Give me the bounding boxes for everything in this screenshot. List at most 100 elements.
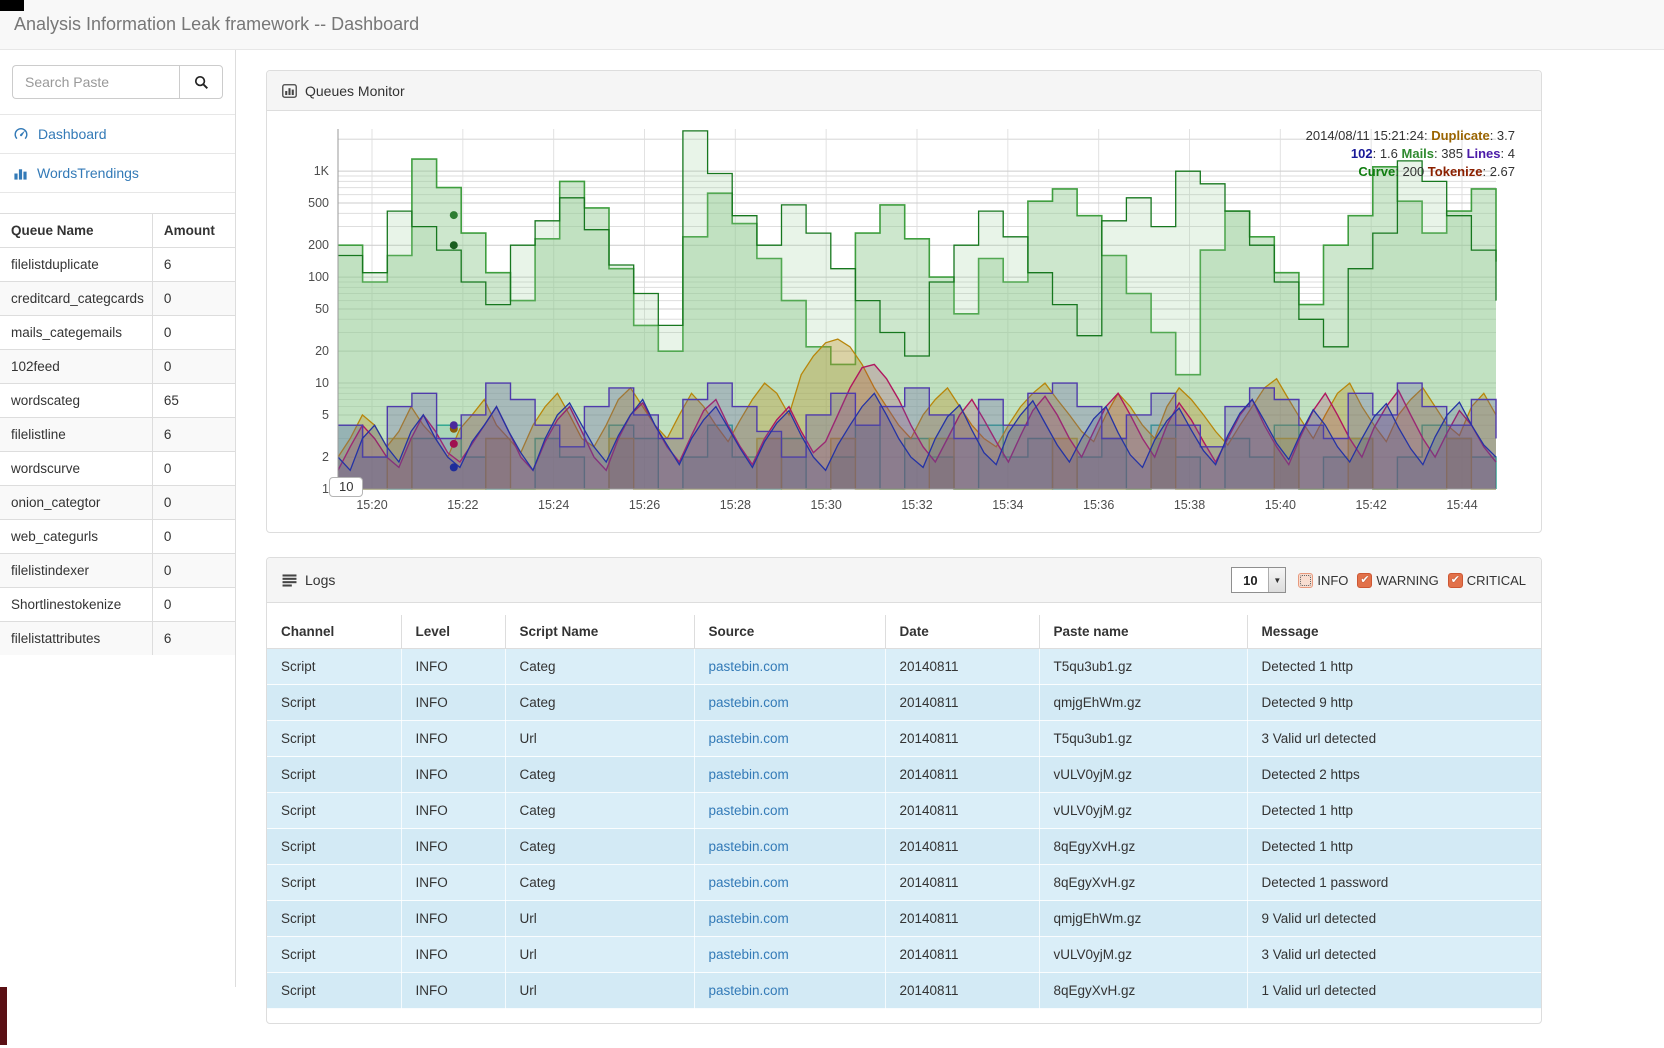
queue-amount-cell: 0 xyxy=(152,282,235,316)
log-level-cell: INFO xyxy=(401,937,505,973)
x-axis-tick-label: 15:44 xyxy=(1446,498,1477,512)
filter-label: CRITICAL xyxy=(1467,573,1526,588)
log-source-cell: pastebin.com xyxy=(694,685,885,721)
paste-source-link[interactable]: pastebin.com xyxy=(709,983,789,998)
paste-source-link[interactable]: pastebin.com xyxy=(709,767,789,782)
paste-source-link[interactable]: pastebin.com xyxy=(709,839,789,854)
log-message-cell: Detected 1 http xyxy=(1247,829,1541,865)
log-channel-cell: Script xyxy=(267,721,401,757)
log-filter-critical[interactable]: CRITICAL xyxy=(1448,573,1526,588)
log-row: ScriptINFOCategpastebin.com20140811vULV0… xyxy=(267,793,1541,829)
logs-header-level: Level xyxy=(401,615,505,649)
queue-name-cell: wordscurve xyxy=(0,452,152,486)
log-script-cell: Categ xyxy=(505,685,694,721)
x-axis-tick-label: 15:34 xyxy=(992,498,1023,512)
y-axis-tick-label: 500 xyxy=(308,196,329,210)
log-level-cell: INFO xyxy=(401,757,505,793)
logs-header-source: Source xyxy=(694,615,885,649)
paste-source-link[interactable]: pastebin.com xyxy=(709,659,789,674)
queue-table-header-name: Queue Name xyxy=(0,214,152,248)
queue-name-cell: Shortlinestokenize xyxy=(0,588,152,622)
y-axis-tick-label: 5 xyxy=(322,408,329,422)
paste-search-form xyxy=(12,65,223,99)
search-input[interactable] xyxy=(12,65,179,99)
x-axis-tick-label: 15:24 xyxy=(538,498,569,512)
logs-page-size-select[interactable]: 10 ▼ xyxy=(1231,567,1286,593)
log-script-cell: Categ xyxy=(505,829,694,865)
paste-source-link[interactable]: pastebin.com xyxy=(709,803,789,818)
sidebar-item-label: Dashboard xyxy=(38,126,107,142)
logs-controls: 10 ▼ INFO WARNING CRITICAL xyxy=(1231,567,1526,593)
queue-name-cell: web_categurls xyxy=(0,520,152,554)
paste-source-link[interactable]: pastebin.com xyxy=(709,695,789,710)
sidebar-item-wordstrendings[interactable]: WordsTrendings xyxy=(0,154,235,193)
log-paste-cell: 8qEgyXvH.gz xyxy=(1039,865,1247,901)
log-script-cell: Url xyxy=(505,901,694,937)
queue-name-cell: onion_categtor xyxy=(0,486,152,520)
x-axis-tick-label: 15:32 xyxy=(901,498,932,512)
log-row: ScriptINFOCategpastebin.com20140811T5qu3… xyxy=(267,649,1541,685)
log-date-cell: 20140811 xyxy=(885,757,1039,793)
queue-name-cell: creditcard_categcards xyxy=(0,282,152,316)
queue-name-cell: wordscateg xyxy=(0,384,152,418)
search-button[interactable] xyxy=(179,65,223,99)
queue-name-cell: filelistindexer xyxy=(0,554,152,588)
queue-name-cell: filelistduplicate xyxy=(0,248,152,282)
queues-monitor-chart[interactable]: 15:2015:2215:2415:2615:2815:3015:3215:34… xyxy=(282,121,1498,521)
x-axis-tick-label: 15:22 xyxy=(447,498,478,512)
log-filter-warning[interactable]: WARNING xyxy=(1357,573,1438,588)
log-paste-cell: vULV0yjM.gz xyxy=(1039,757,1247,793)
logs-header-message: Message xyxy=(1247,615,1541,649)
checked-checkbox-icon[interactable] xyxy=(1357,573,1372,588)
chart-hover-value-box: 10 xyxy=(329,477,363,497)
sidebar-item-dashboard[interactable]: Dashboard xyxy=(0,115,235,154)
x-axis-tick-label: 15:42 xyxy=(1356,498,1387,512)
log-source-cell: pastebin.com xyxy=(694,937,885,973)
screen-artifact-top-left xyxy=(0,0,24,11)
log-date-cell: 20140811 xyxy=(885,937,1039,973)
queue-name-cell: filelistline xyxy=(0,418,152,452)
log-script-cell: Categ xyxy=(505,865,694,901)
log-date-cell: 20140811 xyxy=(885,721,1039,757)
log-message-cell: Detected 1 http xyxy=(1247,793,1541,829)
logs-heading: Logs 10 ▼ INFOWARNINGCRITICAL xyxy=(267,558,1541,603)
logs-page-size-value: 10 xyxy=(1232,568,1268,592)
logs-header-script-name: Script Name xyxy=(505,615,694,649)
queue-table-header-amount: Amount xyxy=(152,214,235,248)
queues-monitor-heading: Queues Monitor xyxy=(267,71,1541,111)
log-channel-cell: Script xyxy=(267,901,401,937)
log-message-cell: 3 Valid url detected xyxy=(1247,721,1541,757)
paste-source-link[interactable]: pastebin.com xyxy=(709,731,789,746)
unchecked-checkbox-icon[interactable] xyxy=(1298,573,1313,588)
log-row: ScriptINFOCategpastebin.com201408118qEgy… xyxy=(267,865,1541,901)
log-channel-cell: Script xyxy=(267,829,401,865)
log-paste-cell: 8qEgyXvH.gz xyxy=(1039,973,1247,1009)
logs-table-body: ChannelLevelScript NameSourceDatePaste n… xyxy=(267,603,1541,1023)
x-axis-tick-label: 15:40 xyxy=(1265,498,1296,512)
checked-checkbox-icon[interactable] xyxy=(1448,573,1463,588)
queue-amount-cell: 65 xyxy=(152,384,235,418)
log-message-cell: 9 Valid url detected xyxy=(1247,901,1541,937)
log-row: ScriptINFOCategpastebin.com201408118qEgy… xyxy=(267,829,1541,865)
paste-source-link[interactable]: pastebin.com xyxy=(709,911,789,926)
logs-panel: Logs 10 ▼ INFOWARNINGCRITICAL ChannelLev… xyxy=(266,557,1542,1024)
y-axis-tick-label: 10 xyxy=(315,376,329,390)
queues-monitor-panel: Queues Monitor 15:2015:2215:2415:2615:28… xyxy=(266,70,1542,533)
queue-amount-cell: 0 xyxy=(152,554,235,588)
log-script-cell: Categ xyxy=(505,793,694,829)
log-source-cell: pastebin.com xyxy=(694,757,885,793)
sidebar-nav: Dashboard WordsTrendings xyxy=(0,114,235,193)
queue-amount-cell: 6 xyxy=(152,622,235,656)
paste-source-link[interactable]: pastebin.com xyxy=(709,947,789,962)
log-filter-info[interactable]: INFO xyxy=(1298,573,1348,588)
log-script-cell: Url xyxy=(505,973,694,1009)
log-row: ScriptINFOUrlpastebin.com20140811vULV0yj… xyxy=(267,937,1541,973)
log-script-cell: Url xyxy=(505,721,694,757)
paste-source-link[interactable]: pastebin.com xyxy=(709,875,789,890)
log-paste-cell: T5qu3ub1.gz xyxy=(1039,649,1247,685)
tracker-point-Tokenize xyxy=(450,440,458,448)
log-message-cell: Detected 1 password xyxy=(1247,865,1541,901)
queue-amount-cell: 0 xyxy=(152,486,235,520)
x-axis-tick-label: 15:28 xyxy=(720,498,751,512)
log-message-cell: 1 Valid url detected xyxy=(1247,973,1541,1009)
